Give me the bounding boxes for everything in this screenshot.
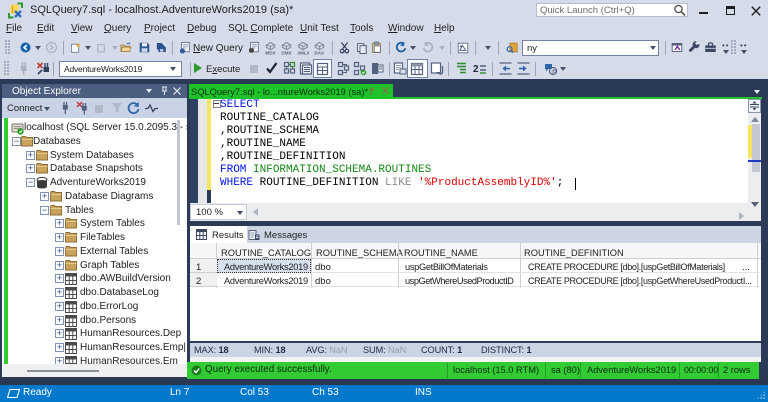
svg-text:2: 2 — [473, 64, 479, 75]
svg-text:@: @ — [551, 70, 557, 76]
svg-text:DMX: DMX — [281, 50, 291, 55]
svg-text:XMLA: XMLA — [297, 51, 309, 55]
svg-text:MDX: MDX — [265, 50, 275, 55]
svg-text:DAX: DAX — [314, 50, 324, 55]
